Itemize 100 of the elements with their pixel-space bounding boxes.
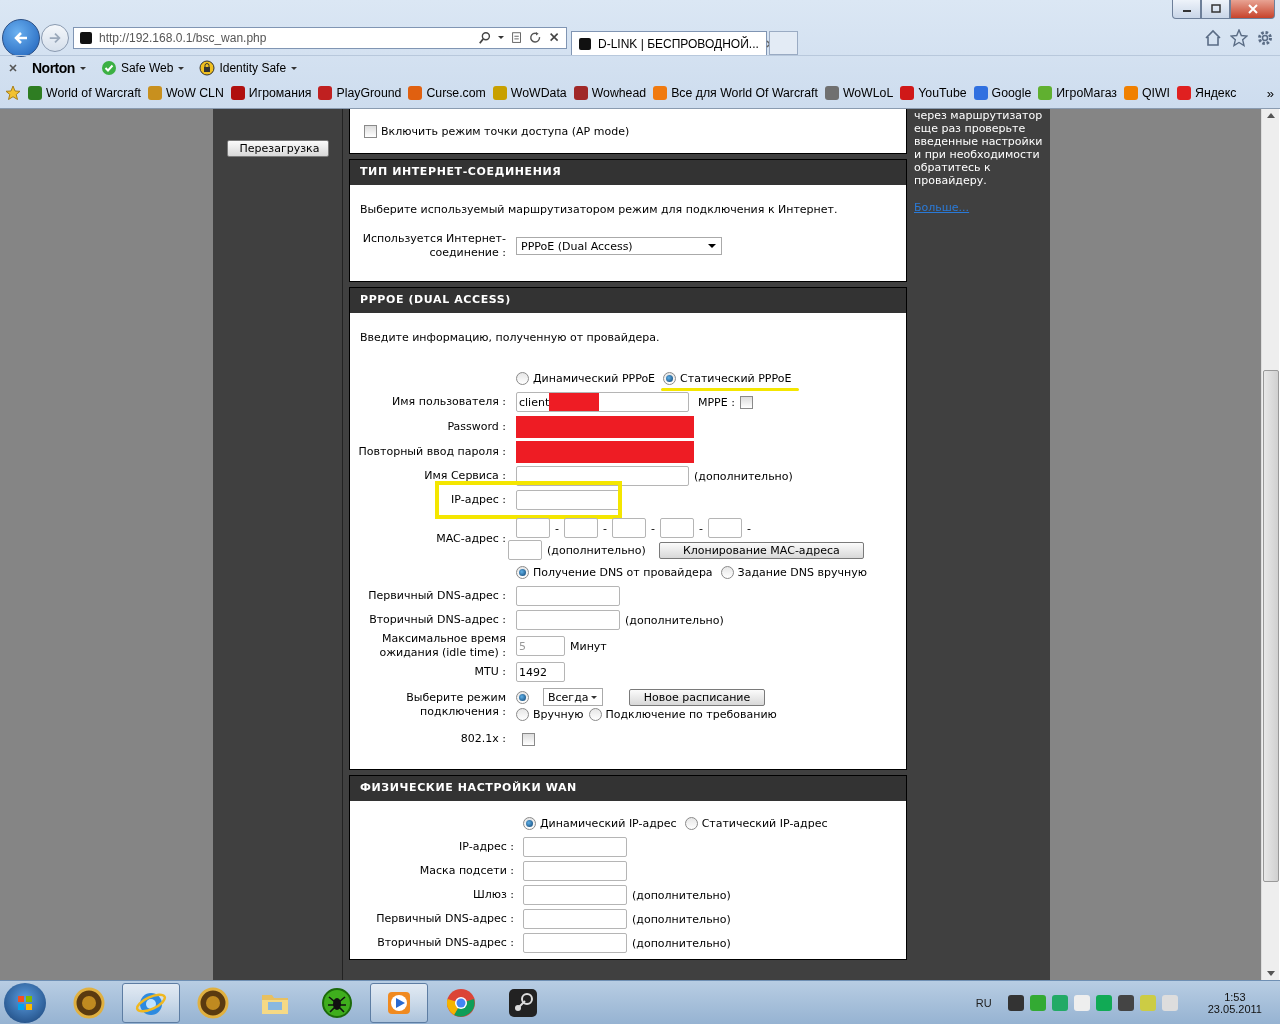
radio-button[interactable] [588,708,602,721]
field-label: 802.1x : [459,732,507,746]
bookmark-link[interactable]: ИгроМагаз [1038,86,1117,100]
radio-button[interactable] [516,690,529,704]
checkbox[interactable] [739,395,753,409]
option-label: Вручную [533,708,584,721]
logo-icon [577,35,593,52]
new-tab-button[interactable] [769,31,798,55]
bookmark-link[interactable]: WoWLoL [824,86,894,100]
input-field[interactable] [523,909,627,929]
bookmark-link[interactable]: Google [973,86,1032,100]
input-field[interactable]: 1492 [516,662,565,682]
dropdown[interactable]: PPPoE (Dual Access) [516,237,722,255]
input-field[interactable] [707,518,742,538]
home-icon[interactable] [1204,28,1222,47]
back-button[interactable] [2,18,40,57]
radio-button[interactable] [523,816,536,830]
checkbox[interactable] [364,124,377,138]
emblem-icon [197,986,229,1019]
input-field[interactable] [523,837,627,857]
arrow-icon [48,30,62,45]
input-field[interactable] [508,540,542,560]
address-bar[interactable]: http://192.168.0.1/bsc_wan.php [73,26,567,49]
tile-icon [507,986,539,1019]
settings-icon[interactable] [1256,28,1274,47]
bookmark-link[interactable]: Curse.com [408,86,486,100]
field-label: Первичный DNS-адрес : [375,912,515,926]
tray-icon[interactable] [1007,994,1024,1011]
language-indicator[interactable]: RU [975,996,992,1009]
bookmark-link[interactable]: Игромания [230,86,312,100]
input-field[interactable] [523,861,627,881]
toolbar-button[interactable]: Norton [32,60,87,76]
more-button[interactable]: » [1266,85,1280,101]
maximize-button[interactable] [1201,0,1230,19]
section-header: PPPOE (DUAL ACCESS) [350,288,906,313]
forward-button[interactable] [41,23,69,52]
field-label: Шлюз : [471,888,515,902]
bookmark-link[interactable]: Все для World Of Warcraft [653,86,818,100]
maximize-icon [1209,4,1222,14]
hint-text: (дополнительно) [547,543,646,557]
browser-tab[interactable]: D-LINK | БЕСПРОВОДНОЙ... [571,31,767,55]
search-icon [478,30,492,45]
bookmark-link[interactable]: World of Warcraft [28,86,141,100]
description-text: Введите информацию, полученную от провайдера. [359,330,661,344]
bookmark-link[interactable]: QIWI [1124,86,1170,100]
clone-mac-button[interactable]: Клонирование MAC-адреса [658,541,864,559]
bookmark-link[interactable]: WoWData [492,86,567,100]
checkbox[interactable] [522,732,535,746]
star-icon[interactable] [1230,28,1248,47]
field-label: Выберите режим подключения : [405,690,507,719]
radio-button[interactable] [663,371,677,385]
bookmark-link[interactable]: WoW CLN [148,86,224,100]
input-field[interactable] [611,518,646,538]
reboot-button[interactable]: Перезагрузка [226,140,329,157]
bookmark-link[interactable]: YouTube [900,86,967,100]
description-text: Выберите используемый маршрутизатором режим для подключения к Интернет. [359,202,839,216]
input-field[interactable] [564,518,598,538]
toolbar-button[interactable]: Safe Web [100,60,186,76]
input-field[interactable] [516,466,689,486]
star-icon[interactable] [5,85,21,101]
schedule-button[interactable]: Новое расписание [629,688,765,706]
bookmark-link[interactable]: Яндекс [1177,86,1237,100]
caret-icon [590,693,598,701]
scrollbar[interactable] [1261,109,1279,980]
input-field[interactable] [516,586,620,606]
input-field[interactable]: client [516,392,689,412]
radio-button[interactable] [720,565,734,579]
section-header: ФИЗИЧЕСКИЕ НАСТРОЙКИ WAN [350,776,906,801]
arrow-icon [13,29,29,46]
field-label: Имя пользователя : [391,395,507,409]
check-circle-icon [100,60,117,76]
field-label: Повторный ввод пароля : [357,444,507,459]
tray-icon[interactable] [1117,994,1134,1011]
input-field[interactable] [516,490,620,510]
input-field[interactable] [659,518,694,538]
caret-icon [290,64,299,72]
radio-button[interactable] [516,708,529,721]
input-field[interactable] [523,885,627,905]
radio-button[interactable] [516,371,529,385]
radio-button[interactable] [684,816,698,830]
toolbar-button[interactable]: Identity Safe [199,60,299,76]
start-button[interactable] [4,982,46,1023]
hint-text: (дополнительно) [694,469,793,483]
bookmark-link[interactable]: Wowhead [573,86,647,100]
field-label: IP-адрес : [458,840,515,854]
field-label: MPPE : [698,395,735,409]
refresh-icon [529,30,543,45]
scrollbar-thumb[interactable] [1262,370,1279,882]
input-field[interactable] [523,933,627,953]
minimize-button[interactable] [1172,0,1201,19]
bookmark-link[interactable]: PlayGround [318,86,402,100]
clock[interactable]: 1:53 23.05.2011 [1207,990,1262,1015]
close-button[interactable] [1230,0,1275,19]
section-header: ТИП ИНТЕРНЕТ-СОЕДИНЕНИЯ [350,160,906,185]
page-icon [510,30,524,45]
radio-button[interactable] [516,565,529,579]
dropdown[interactable]: Всегда [543,688,603,706]
caret-icon [707,242,717,250]
input-field[interactable] [516,610,620,630]
input-field[interactable] [516,518,550,538]
